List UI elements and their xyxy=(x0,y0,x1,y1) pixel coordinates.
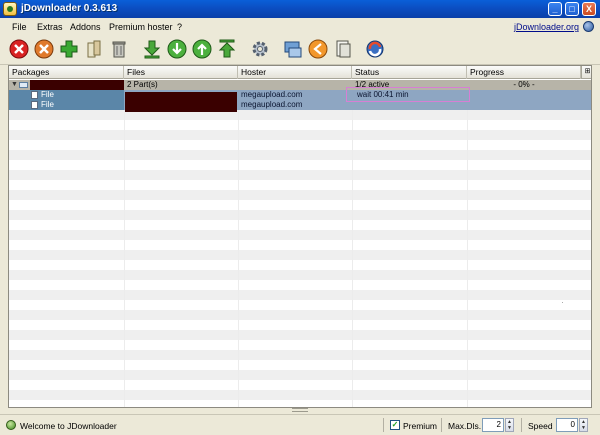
status-icon xyxy=(6,420,16,430)
move-down-icon[interactable] xyxy=(167,39,187,59)
expand-collapse-icon[interactable]: ▼ xyxy=(11,81,18,88)
column-divider xyxy=(467,80,468,407)
status-separator xyxy=(441,418,442,432)
status-separator xyxy=(521,418,522,432)
file-progress xyxy=(467,90,581,100)
trash-icon[interactable] xyxy=(109,39,129,59)
status-message: Welcome to JDownloader xyxy=(20,421,117,431)
file-hoster: megaupload.com xyxy=(241,90,303,99)
menu-extras[interactable]: Extras xyxy=(37,22,63,32)
close-button[interactable]: X xyxy=(582,2,596,16)
column-divider xyxy=(352,80,353,407)
settings-icon[interactable] xyxy=(250,39,270,59)
clipboard-observer-icon[interactable] xyxy=(308,39,328,59)
speed-spinner[interactable]: ▲ ▼ xyxy=(579,418,588,432)
add-icon[interactable] xyxy=(59,39,79,59)
stop-all-icon[interactable] xyxy=(9,39,29,59)
title-bar: jDownloader 0.3.613 _ □ X xyxy=(0,0,600,18)
move-top-icon[interactable] xyxy=(217,39,237,59)
move-bottom-icon[interactable] xyxy=(142,39,162,59)
update-icon[interactable] xyxy=(365,39,385,59)
menu-file[interactable]: File xyxy=(12,22,27,32)
package-files-count: 2 Part(s) xyxy=(127,80,158,89)
package-hoster xyxy=(238,80,352,90)
max-downloads-label: Max.Dls. xyxy=(448,421,482,431)
status-separator xyxy=(383,418,384,432)
menu-bar: File Extras Addons Premium hoster ? jDow… xyxy=(0,18,600,35)
status-highlight-box xyxy=(346,87,470,102)
globe-icon[interactable] xyxy=(583,21,594,32)
table-header: Packages Files Hoster Status Progress ⊞ xyxy=(9,66,591,79)
copy-icon[interactable] xyxy=(333,39,353,59)
redacted-file-names xyxy=(125,92,237,112)
premium-label: Premium xyxy=(403,421,438,431)
menu-addons[interactable]: Addons xyxy=(70,22,101,32)
status-bar: Welcome to JDownloader ✓ Premium Max.Dls… xyxy=(0,414,600,435)
maximize-button[interactable]: □ xyxy=(565,2,579,16)
column-chooser-icon[interactable]: ⊞ xyxy=(581,66,591,79)
table-body xyxy=(9,80,591,407)
premium-checkbox[interactable]: ✓ xyxy=(390,420,400,430)
column-header-status[interactable]: Status xyxy=(352,66,467,79)
download-table[interactable]: Packages Files Hoster Status Progress ⊞ … xyxy=(8,65,592,408)
column-header-files[interactable]: Files xyxy=(124,66,238,79)
table-row-file[interactable]: File megaupload.com wait 00:41 min xyxy=(9,90,591,100)
jdownloader-website-link[interactable]: jDownloader.org xyxy=(514,22,579,32)
menu-premium-hoster[interactable]: Premium hoster xyxy=(109,22,173,32)
stray-pixel xyxy=(562,302,563,303)
table-row-package[interactable]: ▼ 2 Part(s) 1/2 active - 0% - xyxy=(9,80,591,90)
toolbar xyxy=(0,35,600,65)
file-hoster: megaupload.com xyxy=(241,100,303,109)
column-divider xyxy=(124,80,125,407)
table-row-file[interactable]: File megaupload.com xyxy=(9,100,591,110)
max-downloads-spinner[interactable]: ▲ ▼ xyxy=(505,418,514,432)
package-icon xyxy=(19,82,28,88)
column-divider xyxy=(238,80,239,407)
file-progress xyxy=(467,100,581,110)
max-downloads-input[interactable]: 2 xyxy=(482,418,504,432)
file-icon xyxy=(31,91,38,99)
column-header-hoster[interactable]: Hoster xyxy=(238,66,352,79)
jdownloader-app-icon xyxy=(3,2,17,16)
move-up-icon[interactable] xyxy=(192,39,212,59)
column-header-progress[interactable]: Progress xyxy=(467,66,581,79)
file-icon xyxy=(31,101,38,109)
speed-input[interactable]: 0 xyxy=(556,418,578,432)
package-progress: - 0% - xyxy=(513,80,535,89)
window-title: jDownloader 0.3.613 xyxy=(21,3,118,14)
menu-help[interactable]: ? xyxy=(177,22,182,32)
column-header-packages[interactable]: Packages xyxy=(9,66,124,79)
file-name: File xyxy=(9,100,124,110)
speed-label: Speed xyxy=(528,421,553,431)
reconnect-icon[interactable] xyxy=(283,39,303,59)
redacted-package-name xyxy=(30,80,124,90)
file-name: File xyxy=(9,90,124,100)
clipboard-icon[interactable] xyxy=(84,39,104,59)
remove-icon[interactable] xyxy=(34,39,54,59)
minimize-button[interactable]: _ xyxy=(548,2,562,16)
panel-splitter-handle[interactable] xyxy=(292,408,308,412)
